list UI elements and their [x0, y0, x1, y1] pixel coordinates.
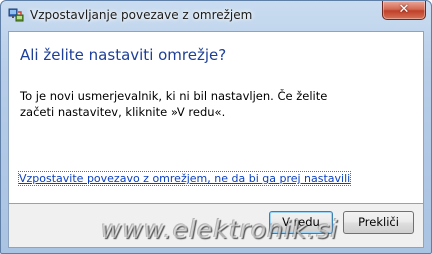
cancel-button[interactable]: Prekliči	[343, 211, 414, 234]
network-setup-icon	[8, 8, 24, 22]
close-button[interactable]: ✕	[382, 1, 426, 20]
connect-without-setup-link[interactable]: Vzpostavite povezavo z omrežjem, ne da b…	[17, 171, 352, 186]
dialog-description: To je novi usmerjevalnik, ki ni bil nast…	[20, 89, 328, 119]
close-icon: ✕	[398, 2, 410, 17]
dialog-content: Ali želite nastaviti omrežje? To je novi…	[8, 31, 424, 204]
window-title: Vzpostavljanje povezave z omrežjem	[30, 8, 253, 22]
dialog-window: Vzpostavljanje povezave z omrežjem ✕ Ali…	[0, 0, 432, 254]
watermark: www.elektronik.si	[101, 215, 339, 244]
title-bar[interactable]: Vzpostavljanje povezave z omrežjem ✕	[1, 1, 431, 31]
dialog-heading: Ali želite nastaviti omrežje?	[20, 46, 227, 64]
